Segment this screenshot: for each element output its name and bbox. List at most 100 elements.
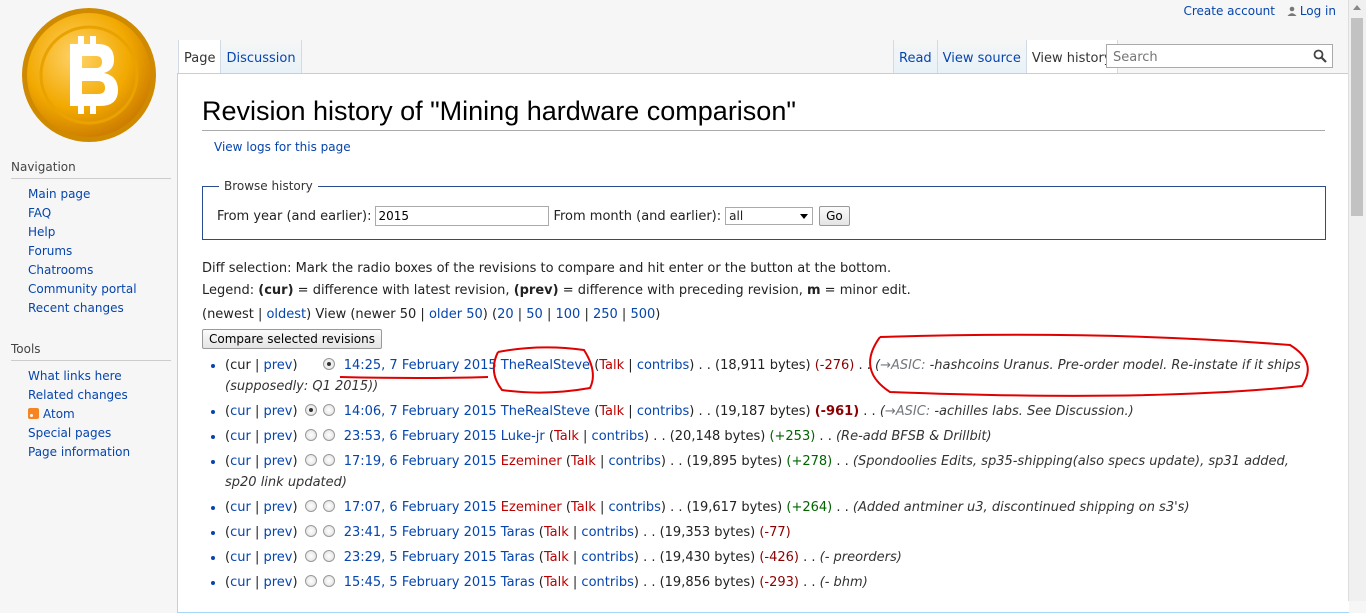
user-talk-link[interactable]: Talk (571, 500, 596, 515)
sidebar-item-main-page[interactable]: Main page (28, 185, 176, 204)
user-talk-link[interactable]: Talk (544, 550, 569, 565)
sidebar-item-forums[interactable]: Forums (28, 242, 176, 261)
revision-date-link[interactable]: 23:53, 6 February 2015 (344, 429, 497, 444)
sidebar-item-label[interactable]: Related changes (28, 388, 128, 402)
sidebar-item-label[interactable]: Special pages (28, 426, 111, 440)
revision-date-link[interactable]: 17:07, 6 February 2015 (344, 500, 497, 515)
diff-new-radio[interactable] (322, 525, 335, 537)
prev-link[interactable]: prev (263, 500, 292, 515)
tab-page[interactable]: Page (178, 40, 222, 73)
sidebar-item-what-links-here[interactable]: What links here (28, 367, 176, 386)
month-select[interactable]: all (725, 207, 814, 225)
sidebar-item-label[interactable]: Main page (28, 187, 90, 201)
search-icon[interactable] (1313, 49, 1327, 63)
diff-old-radio[interactable] (304, 500, 317, 512)
diff-new-radio[interactable] (322, 404, 335, 416)
revision-user-link[interactable]: Ezeminer (501, 500, 562, 515)
sidebar-item-special-pages[interactable]: Special pages (28, 424, 176, 443)
revision-user-link[interactable]: Luke-jr (501, 429, 545, 444)
sidebar-item-label[interactable]: Page information (28, 445, 130, 459)
older-50-link[interactable]: older 50 (429, 307, 483, 322)
sidebar-item-page-information[interactable]: Page information (28, 443, 176, 462)
user-talk-link[interactable]: Talk (544, 575, 569, 590)
section-link[interactable]: →ASIC: (885, 404, 930, 419)
oldest-link[interactable]: oldest (266, 307, 306, 322)
view-logs-link[interactable]: View logs for this page (214, 140, 351, 154)
cur-link[interactable]: cur (230, 454, 251, 469)
cur-link[interactable]: cur (230, 525, 251, 540)
diff-old-radio[interactable] (304, 525, 317, 537)
login-link[interactable]: Log in (1300, 4, 1336, 18)
diff-new-radio[interactable] (322, 550, 335, 562)
create-account-link[interactable]: Create account (1183, 4, 1275, 18)
bitcoin-logo[interactable] (20, 6, 158, 144)
sidebar-item-label[interactable]: Recent changes (28, 301, 124, 315)
revision-date-link[interactable]: 23:29, 5 February 2015 (344, 550, 497, 565)
revision-user-link[interactable]: TheRealSteve (501, 404, 590, 419)
user-contribs-link[interactable]: contribs (637, 358, 689, 373)
login-wrapper[interactable]: Log in (1287, 4, 1336, 18)
tab-view-history[interactable]: View history (1026, 40, 1118, 73)
cur-link[interactable]: cur (230, 550, 251, 565)
sidebar-item-label[interactable]: What links here (28, 369, 122, 383)
diff-new-radio[interactable] (322, 575, 335, 587)
user-contribs-link[interactable]: contribs (581, 525, 633, 540)
user-contribs-link[interactable]: contribs (608, 500, 660, 515)
prev-link[interactable]: prev (263, 550, 292, 565)
diff-new-radio[interactable] (322, 500, 335, 512)
revision-user-link[interactable]: TheRealSteve (501, 358, 590, 373)
scroll-up-icon[interactable] (1353, 5, 1361, 10)
user-contribs-link[interactable]: contribs (608, 454, 660, 469)
vertical-scrollbar[interactable] (1348, 0, 1366, 601)
scroll-thumb[interactable] (1351, 18, 1363, 216)
revision-date-link[interactable]: 14:06, 7 February 2015 (344, 404, 497, 419)
user-talk-link[interactable]: Talk (599, 358, 624, 373)
diff-new-radio[interactable] (322, 454, 335, 466)
limit-100-link[interactable]: 100 (555, 307, 580, 322)
sidebar-item-related-changes[interactable]: Related changes (28, 386, 176, 405)
user-contribs-link[interactable]: contribs (581, 575, 633, 590)
sidebar-item-label[interactable]: Forums (28, 244, 72, 258)
user-talk-link[interactable]: Talk (544, 525, 569, 540)
prev-link[interactable]: prev (263, 404, 292, 419)
prev-link[interactable]: prev (263, 429, 292, 444)
revision-date-link[interactable]: 15:45, 5 February 2015 (344, 575, 497, 590)
user-talk-link[interactable]: Talk (599, 404, 624, 419)
tab-view-source[interactable]: View source (937, 40, 1027, 73)
user-talk-link[interactable]: Talk (554, 429, 579, 444)
cur-link[interactable]: cur (230, 500, 251, 515)
revision-user-link[interactable]: Taras (501, 575, 535, 590)
sidebar-item-label[interactable]: Chatrooms (28, 263, 93, 277)
diff-new-radio[interactable] (322, 429, 335, 441)
limit-250-link[interactable]: 250 (593, 307, 618, 322)
sidebar-item-label[interactable]: Help (28, 225, 55, 239)
revision-date-link[interactable]: 23:41, 5 February 2015 (344, 525, 497, 540)
diff-new-radio[interactable] (322, 358, 335, 370)
revision-user-link[interactable]: Ezeminer (501, 454, 562, 469)
diff-old-radio[interactable] (304, 454, 317, 466)
sidebar-item-faq[interactable]: FAQ (28, 204, 176, 223)
sidebar-item-chatrooms[interactable]: Chatrooms (28, 261, 176, 280)
user-talk-link[interactable]: Talk (571, 454, 596, 469)
limit-500-link[interactable]: 500 (630, 307, 655, 322)
cur-link[interactable]: cur (230, 575, 251, 590)
revision-date-link[interactable]: 14:25, 7 February 2015 (344, 358, 497, 373)
cur-link[interactable]: cur (230, 429, 251, 444)
compare-revisions-button[interactable]: Compare selected revisions (202, 329, 382, 349)
section-link[interactable]: →ASIC: (880, 358, 925, 373)
tab-discussion[interactable]: Discussion (221, 40, 302, 73)
prev-link[interactable]: prev (263, 358, 292, 373)
sidebar-item-label[interactable]: Atom (43, 407, 75, 421)
year-input[interactable] (375, 206, 550, 226)
cur-link[interactable]: cur (230, 404, 251, 419)
sidebar-item-help[interactable]: Help (28, 223, 176, 242)
diff-old-radio[interactable] (304, 429, 317, 441)
go-button[interactable]: Go (819, 206, 850, 226)
limit-50-link[interactable]: 50 (526, 307, 543, 322)
limit-20-link[interactable]: 20 (497, 307, 514, 322)
user-contribs-link[interactable]: contribs (581, 550, 633, 565)
revision-user-link[interactable]: Taras (501, 550, 535, 565)
diff-old-radio[interactable] (304, 550, 317, 562)
prev-link[interactable]: prev (263, 575, 292, 590)
revision-date-link[interactable]: 17:19, 6 February 2015 (344, 454, 497, 469)
